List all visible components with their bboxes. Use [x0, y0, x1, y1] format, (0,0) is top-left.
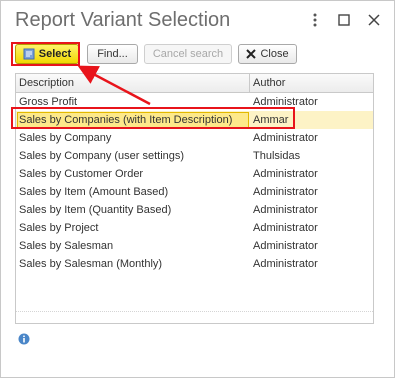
row-description: Sales by Item (Amount Based) [19, 186, 169, 198]
dialog-title: Report Variant Selection [15, 9, 231, 31]
close-window-icon[interactable] [363, 9, 385, 31]
select-icon [23, 48, 35, 60]
close-x-icon [246, 49, 257, 59]
row-author: Administrator [253, 186, 318, 198]
table-row-selected[interactable]: Sales by Companies (with Item Descriptio… [16, 111, 373, 129]
row-description: Sales by Company [19, 132, 112, 144]
maximize-icon[interactable] [333, 9, 355, 31]
column-header-author[interactable]: Author [253, 77, 285, 89]
row-author: Administrator [253, 132, 318, 144]
table-row[interactable]: Sales by Salesman (Monthly) Administrato… [16, 255, 373, 273]
grid-bottom-divider [16, 311, 373, 312]
cancel-search-button-label: Cancel search [152, 48, 224, 60]
row-author: Ammar [253, 114, 289, 126]
row-author: Administrator [253, 96, 318, 108]
row-author: Administrator [253, 222, 318, 234]
grid-header: Description Author [16, 74, 373, 93]
row-description: Sales by Project [19, 222, 99, 234]
more-options-icon[interactable] [304, 9, 326, 31]
table-row[interactable]: Sales by Item (Amount Based) Administrat… [16, 183, 373, 201]
report-variant-dialog: Report Variant Selection Select Find... … [0, 0, 395, 378]
row-description: Sales by Salesman [19, 240, 114, 252]
cancel-search-button[interactable]: Cancel search [144, 44, 232, 64]
grid-rows: Gross Profit Administrator Sales by Comp… [16, 93, 373, 273]
table-row[interactable]: Sales by Company Administrator [16, 129, 373, 147]
row-author: Administrator [253, 204, 318, 216]
column-header-description[interactable]: Description [19, 77, 74, 89]
row-description: Sales by Company (user settings) [19, 150, 185, 162]
info-icon[interactable] [18, 333, 30, 345]
row-description: Sales by Companies (with Item Descriptio… [19, 114, 233, 126]
row-author: Thulsidas [253, 150, 301, 162]
table-row[interactable]: Sales by Customer Order Administrator [16, 165, 373, 183]
row-description: Gross Profit [19, 96, 78, 108]
row-author: Administrator [253, 258, 318, 270]
table-row[interactable]: Sales by Salesman Administrator [16, 237, 373, 255]
select-button-label: Select [38, 48, 72, 60]
find-button[interactable]: Find... [87, 44, 138, 64]
row-description: Sales by Salesman (Monthly) [19, 258, 163, 270]
variant-list-grid: Description Author Gross Profit Administ… [15, 73, 374, 324]
close-button[interactable]: Close [238, 44, 297, 64]
close-button-label: Close [260, 48, 289, 60]
table-row[interactable]: Sales by Company (user settings) Thulsid… [16, 147, 373, 165]
row-author: Administrator [253, 240, 318, 252]
row-description: Sales by Customer Order [19, 168, 144, 180]
table-row[interactable]: Sales by Project Administrator [16, 219, 373, 237]
column-separator[interactable] [249, 74, 250, 92]
table-row[interactable]: Sales by Item (Quantity Based) Administr… [16, 201, 373, 219]
select-button[interactable]: Select [15, 44, 79, 64]
find-button-label: Find... [97, 48, 128, 60]
row-description: Sales by Item (Quantity Based) [19, 204, 172, 216]
row-author: Administrator [253, 168, 318, 180]
table-row[interactable]: Gross Profit Administrator [16, 93, 373, 111]
